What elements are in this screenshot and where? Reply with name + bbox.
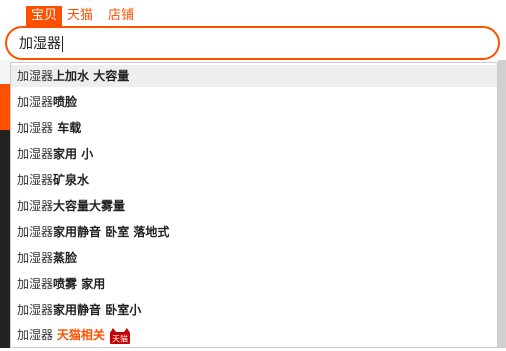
suggestion-query: 加湿器 bbox=[17, 251, 54, 265]
suggestion-completion: 家用静音 卧室 落地式 bbox=[53, 225, 170, 239]
suggestion-item[interactable]: 加湿器家用静音 卧室 落地式 bbox=[11, 221, 497, 243]
suggestion-query: 加湿器 bbox=[17, 69, 54, 83]
suggestion-item[interactable]: 加湿器家用静音 卧室小 bbox=[11, 299, 497, 321]
background-page-right bbox=[498, 60, 506, 348]
suggestion-completion: 家用静音 卧室小 bbox=[53, 303, 142, 317]
search-box[interactable]: 加湿器 bbox=[5, 26, 500, 60]
suggestion-dropdown: 加湿器上加水 大容量 加湿器喷脸 加湿器 车载 加湿器家用 小 加湿器矿泉水 加… bbox=[10, 62, 498, 348]
tmall-suggestion-item[interactable]: 加湿器 天猫相关 天猫 bbox=[11, 324, 497, 346]
suggestion-item[interactable]: 加湿器蒸脸 bbox=[11, 247, 497, 269]
tmall-related-label: 天猫相关 bbox=[56, 328, 105, 342]
suggestion-query: 加湿器 bbox=[17, 147, 54, 161]
suggestion-item[interactable]: 加湿器喷雾 家用 bbox=[11, 273, 497, 295]
suggestion-query: 加湿器 bbox=[17, 121, 54, 135]
suggestion-query: 加湿器 bbox=[17, 95, 54, 109]
suggestion-item[interactable]: 加湿器大容量大雾量 bbox=[11, 195, 497, 217]
suggestion-completion: 喷雾 家用 bbox=[53, 277, 106, 291]
suggestion-completion: 喷脸 bbox=[53, 95, 78, 109]
suggestion-completion: 车载 bbox=[53, 121, 82, 135]
tmall-icon-label: 天猫 bbox=[112, 333, 128, 343]
suggestion-completion: 大容量大雾量 bbox=[53, 199, 126, 213]
suggestion-item[interactable]: 加湿器家用 小 bbox=[11, 143, 497, 165]
suggestion-item[interactable]: 加湿器矿泉水 bbox=[11, 169, 497, 191]
suggestion-completion: 上加水 大容量 bbox=[53, 69, 130, 83]
search-input-value: 加湿器 bbox=[19, 36, 61, 52]
tab-shop[interactable]: 店铺 bbox=[103, 6, 139, 26]
suggestion-item[interactable]: 加湿器喷脸 bbox=[11, 91, 497, 113]
tab-tmall[interactable]: 天猫 bbox=[62, 6, 98, 26]
suggestion-query: 加湿器 bbox=[17, 328, 54, 342]
suggestion-item[interactable]: 加湿器 车载 bbox=[11, 117, 497, 139]
suggestion-query: 加湿器 bbox=[17, 199, 54, 213]
text-caret bbox=[62, 36, 63, 52]
suggestion-query: 加湿器 bbox=[17, 173, 54, 187]
suggestion-query: 加湿器 bbox=[17, 225, 54, 239]
background-page-left bbox=[0, 60, 10, 348]
suggestion-item[interactable]: 加湿器上加水 大容量 bbox=[11, 65, 497, 87]
suggestion-completion: 矿泉水 bbox=[53, 173, 90, 187]
suggestion-completion: 蒸脸 bbox=[53, 251, 78, 265]
suggestion-completion: 家用 小 bbox=[53, 147, 94, 161]
tab-baobei[interactable]: 宝贝 bbox=[26, 6, 63, 26]
suggestion-query: 加湿器 bbox=[17, 277, 54, 291]
search-input[interactable]: 加湿器 bbox=[19, 35, 489, 53]
tmall-cat-icon: 天猫 bbox=[109, 327, 131, 344]
suggestion-query: 加湿器 bbox=[17, 303, 54, 317]
search-tabs: 宝贝 天猫 店铺 bbox=[0, 0, 506, 28]
